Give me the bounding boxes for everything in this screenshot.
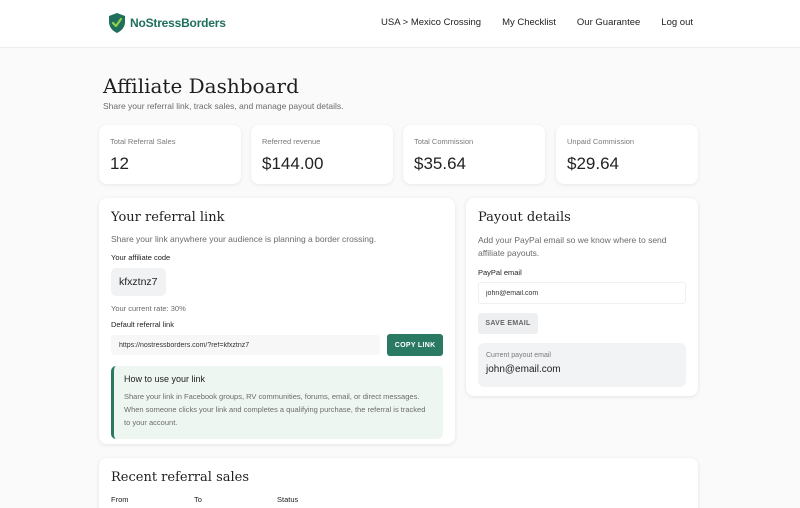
- column-header-from: From: [111, 495, 129, 504]
- recent-referral-sales-card: Recent referral sales From To Status: [99, 458, 698, 508]
- commission-rate: Your current rate: 30%: [111, 304, 186, 313]
- paypal-email-input[interactable]: [478, 282, 686, 304]
- referral-link-card: Your referral link Share your link anywh…: [99, 198, 455, 444]
- nav-links: USA > Mexico Crossing My Checklist Our G…: [360, 17, 693, 28]
- how-to-text: Share your link in Facebook groups, RV c…: [124, 392, 426, 427]
- stat-card-total-referral-sales: Total Referral Sales 12: [99, 125, 241, 184]
- top-navbar: NoStressBorders USA > Mexico Crossing My…: [0, 0, 800, 48]
- page-title: Affiliate Dashboard: [103, 74, 299, 98]
- stat-card-total-commission: Total Commission $35.64: [403, 125, 545, 184]
- column-header-status: Status: [277, 495, 299, 504]
- page-subtitle: Share your referral link, track sales, a…: [103, 101, 344, 111]
- copy-link-button[interactable]: COPY LINK: [387, 334, 443, 356]
- referral-link-row: COPY LINK: [111, 334, 443, 356]
- stat-value: 12: [110, 154, 129, 173]
- current-payout-email-label: Current payout email: [486, 352, 551, 359]
- stat-value: $144.00: [262, 154, 324, 173]
- affiliate-code: kfxztnz7: [111, 268, 166, 296]
- paypal-email-label: PayPal email: [478, 268, 522, 277]
- stat-label: Total Referral Sales: [110, 137, 176, 146]
- column-header-to: To: [194, 495, 202, 504]
- stat-label: Total Commission: [414, 137, 474, 146]
- nav-link-log-out[interactable]: Log out: [661, 17, 693, 28]
- current-payout-email-value: john@email.com: [486, 364, 561, 375]
- payout-card-title: Payout details: [478, 210, 571, 225]
- payout-details-card: Payout details Add your PayPal email so …: [466, 198, 698, 396]
- brand-name: NoStressBorders: [130, 16, 226, 30]
- stat-label: Unpaid Commission: [567, 137, 635, 146]
- nav-link-my-checklist[interactable]: My Checklist: [502, 17, 556, 28]
- referral-card-title: Your referral link: [111, 210, 225, 225]
- how-to-title: How to use your link: [124, 374, 206, 384]
- referral-link-label: Default referral link: [111, 320, 174, 329]
- nav-link-usa-mexico-crossing[interactable]: USA > Mexico Crossing: [381, 17, 481, 28]
- referral-description: Share your link anywhere your audience i…: [111, 234, 377, 244]
- referral-link-input[interactable]: [111, 335, 381, 355]
- nav-link-our-guarantee[interactable]: Our Guarantee: [577, 17, 640, 28]
- brand-logo[interactable]: NoStressBorders: [107, 12, 226, 34]
- save-email-button[interactable]: SAVE EMAIL: [478, 313, 538, 334]
- shield-check-icon: [109, 13, 125, 33]
- recent-sales-title: Recent referral sales: [111, 470, 250, 485]
- payout-description: Add your PayPal email so we know where t…: [478, 235, 667, 258]
- stat-value: $29.64: [567, 154, 619, 173]
- table-header-row: From To Status: [111, 495, 686, 504]
- stat-value: $35.64: [414, 154, 466, 173]
- how-to-callout: How to use your link Share your link in …: [111, 366, 443, 439]
- affiliate-code-label: Your affiliate code: [111, 253, 171, 262]
- stat-card-unpaid-commission: Unpaid Commission $29.64: [556, 125, 698, 184]
- current-payout-email-box: Current payout email john@email.com: [478, 343, 686, 387]
- stat-card-referred-revenue: Referred revenue $144.00: [251, 125, 393, 184]
- stat-label: Referred revenue: [262, 137, 321, 146]
